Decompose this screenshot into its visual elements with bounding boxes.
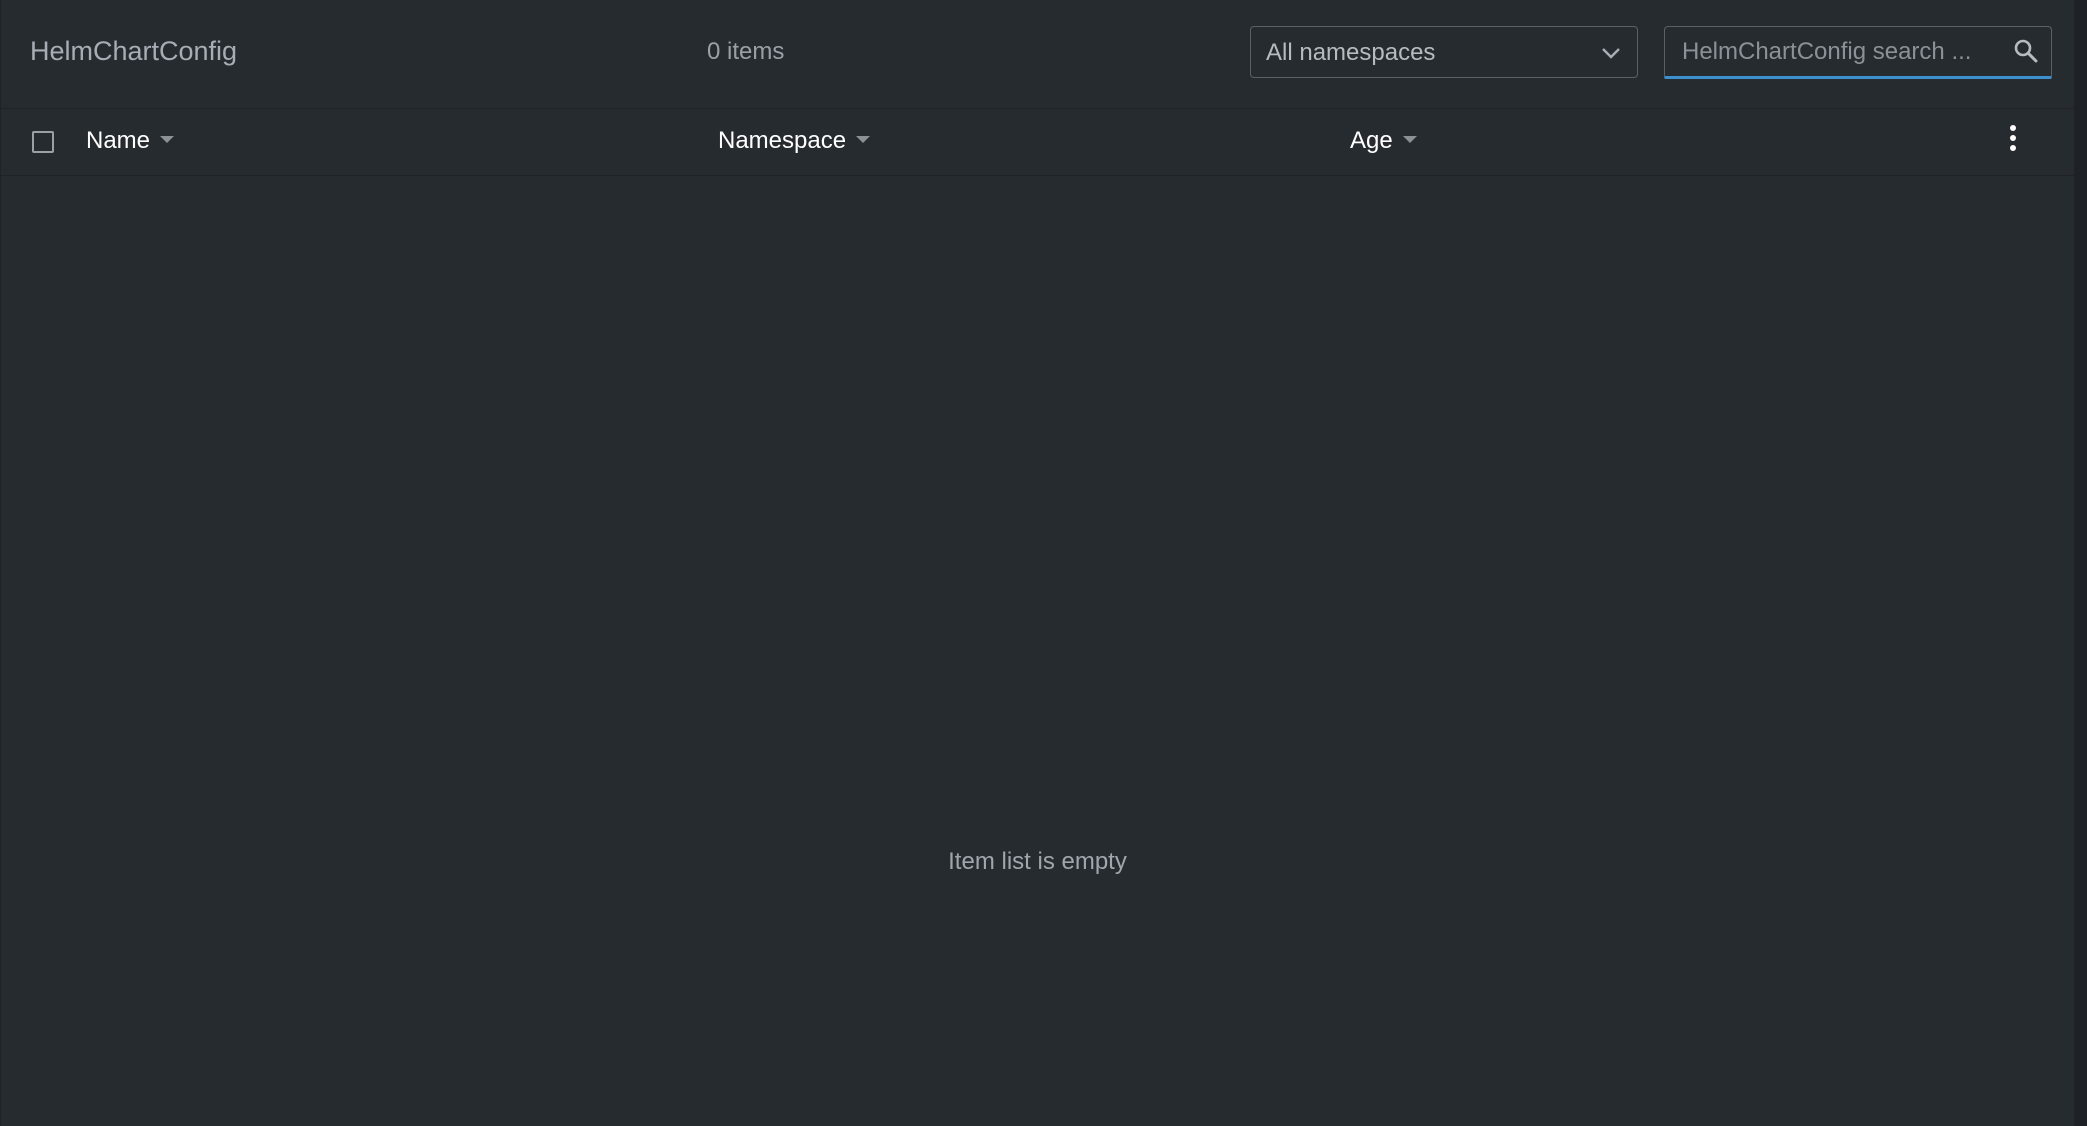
sort-caret-icon	[1402, 136, 1417, 144]
namespace-select[interactable]: All namespaces	[1250, 26, 1638, 78]
table-header: Name Namespace Age	[1, 109, 2074, 176]
empty-list-message: Item list is empty	[948, 848, 1127, 875]
column-header-label: Namespace	[718, 127, 847, 154]
sort-caret-icon	[160, 136, 175, 144]
resource-list-panel: HelmChartConfig 0 items All namespaces N…	[0, 0, 2075, 1126]
select-all-checkbox[interactable]	[32, 131, 54, 153]
page-title: HelmChartConfig	[30, 36, 238, 66]
item-count: 0 items	[707, 38, 785, 65]
vertical-dots-icon[interactable]	[2006, 125, 2020, 157]
search-icon[interactable]	[2013, 38, 2039, 64]
sort-caret-icon	[856, 136, 871, 144]
column-header-name[interactable]: Name	[86, 127, 175, 155]
column-header-label: Age	[1350, 127, 1393, 154]
namespace-select-value: All namespaces	[1266, 39, 1436, 66]
chevron-down-icon	[1602, 48, 1620, 59]
column-header-namespace[interactable]: Namespace	[718, 127, 871, 155]
column-header-label: Name	[86, 127, 151, 154]
search-field[interactable]	[1664, 26, 2052, 79]
column-header-age[interactable]: Age	[1350, 127, 1417, 155]
list-header: HelmChartConfig 0 items All namespaces	[1, 0, 2074, 109]
search-input[interactable]	[1682, 37, 2002, 67]
